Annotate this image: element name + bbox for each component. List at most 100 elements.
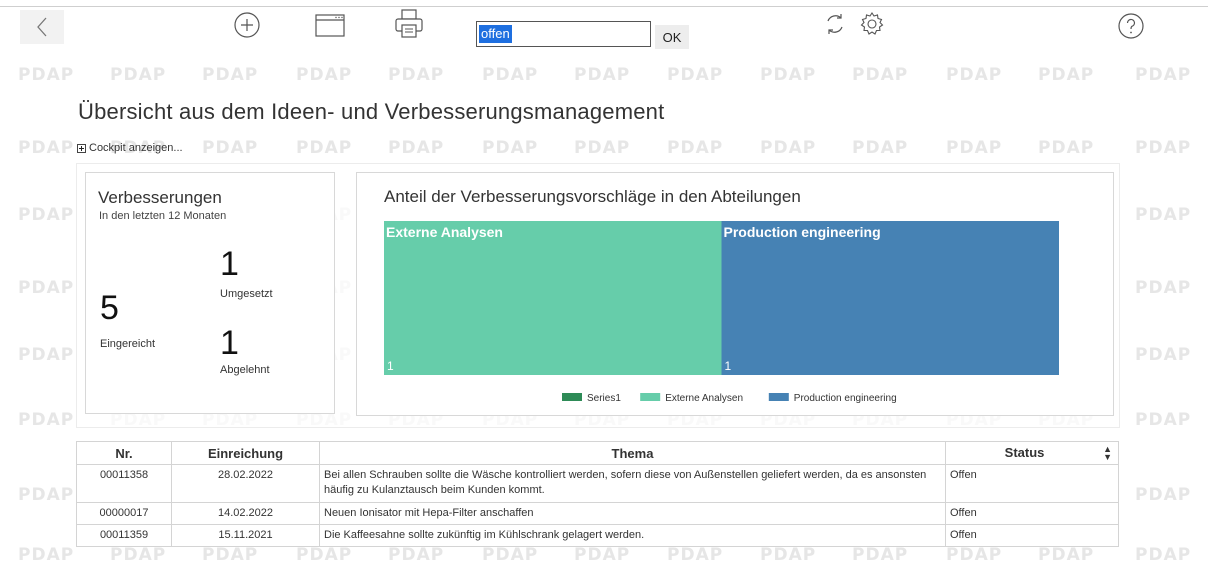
watermark: PDAP	[667, 545, 724, 565]
watermark: PDAP	[667, 65, 724, 85]
watermark: PDAP	[852, 138, 909, 158]
table-row[interactable]: 00000017 14.02.2022 Neuen Ionisator mit …	[76, 502, 1119, 525]
watermark: PDAP	[667, 138, 724, 158]
treemap-tile-label: Externe Analysen	[386, 224, 503, 240]
page-title: Übersicht aus dem Ideen- und Verbesserun…	[78, 99, 665, 124]
watermark: PDAP	[202, 65, 259, 85]
watermark: PDAP	[760, 545, 817, 565]
watermark: PDAP	[1135, 345, 1192, 365]
window-button[interactable]	[315, 12, 345, 38]
expand-icon	[77, 143, 86, 153]
table-row[interactable]: 00011358 28.02.2022 Bei allen Schrauben …	[76, 464, 1119, 503]
add-button[interactable]	[232, 10, 262, 40]
cell-einreichung: 28.02.2022	[171, 464, 320, 503]
column-header-nr[interactable]: Nr.	[76, 441, 172, 465]
watermark: PDAP	[18, 345, 75, 365]
legend-item: Series1	[587, 393, 621, 404]
treemap-tile-value: 1	[725, 359, 732, 373]
kpi-rejected-value: 1	[220, 324, 239, 362]
watermark: PDAP	[1135, 138, 1192, 158]
watermark: PDAP	[18, 205, 75, 225]
treemap-tile-0[interactable]	[384, 221, 722, 375]
watermark: PDAP	[482, 138, 539, 158]
refresh-icon	[823, 12, 847, 36]
kpi-title: Verbesserungen	[98, 188, 222, 207]
legend-swatch	[640, 393, 661, 401]
kpi-rejected-label: Abgelehnt	[220, 364, 270, 376]
watermark: PDAP	[946, 545, 1003, 565]
watermark: PDAP	[110, 545, 167, 565]
toolbar-divider	[0, 6, 1208, 7]
column-header-status[interactable]: Status ▲ ▼	[945, 441, 1119, 465]
watermark: PDAP	[482, 65, 539, 85]
watermark: PDAP	[296, 138, 353, 158]
back-icon	[35, 16, 49, 38]
cockpit-toggle[interactable]: Cockpit anzeigen...	[77, 142, 183, 154]
watermark: PDAP	[852, 545, 909, 565]
search-input[interactable]: offen	[476, 21, 651, 47]
add-icon	[233, 11, 261, 39]
watermark: PDAP	[482, 545, 539, 565]
watermark: PDAP	[388, 65, 445, 85]
legend-swatch	[562, 393, 582, 401]
cell-thema: Die Kaffeesahne sollte zukünftig im Kühl…	[319, 524, 946, 547]
column-header-einreichung[interactable]: Einreichung	[171, 441, 320, 465]
search-input-value: offen	[479, 25, 512, 43]
watermark: PDAP	[202, 545, 259, 565]
settings-button[interactable]	[858, 10, 886, 38]
column-header-thema[interactable]: Thema	[319, 441, 946, 465]
ok-button[interactable]: OK	[655, 25, 689, 49]
watermark: PDAP	[1135, 410, 1192, 430]
watermark: PDAP	[202, 138, 259, 158]
watermark: PDAP	[946, 138, 1003, 158]
watermark: PDAP	[574, 545, 631, 565]
watermark: PDAP	[296, 545, 353, 565]
kpi-implemented-value: 1	[220, 245, 239, 283]
legend-item: Production engineering	[794, 393, 897, 404]
cockpit-toggle-label: Cockpit anzeigen...	[89, 142, 183, 154]
treemap-chart: Externe Analysen 1 Production engineering 1…	[384, 221, 1060, 404]
watermark: PDAP	[760, 65, 817, 85]
print-button[interactable]	[394, 8, 424, 40]
window-icon	[315, 13, 345, 37]
column-header-status-label: Status	[1004, 445, 1045, 460]
treemap-tile-label: Production engineering	[724, 224, 881, 240]
table-row[interactable]: 00011359 15.11.2021 Die Kaffeesahne soll…	[76, 524, 1119, 547]
watermark: PDAP	[18, 138, 75, 158]
sort-icon[interactable]: ▲ ▼	[1103, 445, 1112, 462]
cell-status: Offen	[945, 524, 1119, 547]
watermark: PDAP	[18, 485, 75, 505]
kpi-submitted-value: 5	[100, 289, 119, 327]
treemap-tile-1[interactable]	[721, 221, 1060, 375]
watermark: PDAP	[760, 138, 817, 158]
watermark: PDAP	[1135, 205, 1192, 225]
cell-nr: 00000017	[76, 502, 172, 525]
cell-status: Offen	[945, 502, 1119, 525]
help-button[interactable]	[1117, 12, 1145, 40]
watermark: PDAP	[1038, 65, 1095, 85]
kpi-implemented-label: Umgesetzt	[220, 288, 273, 300]
cell-nr: 00011359	[76, 524, 172, 547]
watermark: PDAP	[1038, 138, 1095, 158]
watermark: PDAP	[946, 65, 1003, 85]
cell-nr: 00011358	[76, 464, 172, 503]
watermark: PDAP	[18, 410, 75, 430]
watermark: PDAP	[574, 65, 631, 85]
kpi-subtitle: In den letzten 12 Monaten	[99, 210, 227, 222]
treemap-tile-value: 1	[387, 359, 394, 373]
cell-einreichung: 14.02.2022	[171, 502, 320, 525]
watermark: PDAP	[388, 138, 445, 158]
cell-einreichung: 15.11.2021	[171, 524, 320, 547]
settings-icon	[859, 11, 885, 37]
table-header-row: Nr. Einreichung Thema Status ▲ ▼	[76, 441, 1119, 465]
watermark: PDAP	[388, 545, 445, 565]
refresh-button[interactable]	[822, 11, 848, 37]
watermark: PDAP	[852, 65, 909, 85]
watermark: PDAP	[18, 278, 75, 298]
print-icon	[394, 8, 424, 40]
chart-card: Anteil der Verbesserungsvorschläge in de…	[356, 172, 1114, 416]
ideas-table: Nr. Einreichung Thema Status ▲ ▼ 00011358…	[76, 441, 1119, 547]
cell-thema: Bei allen Schrauben sollte die Wäsche ko…	[319, 464, 946, 503]
cell-status: Offen	[945, 464, 1119, 503]
back-button[interactable]	[20, 10, 64, 44]
